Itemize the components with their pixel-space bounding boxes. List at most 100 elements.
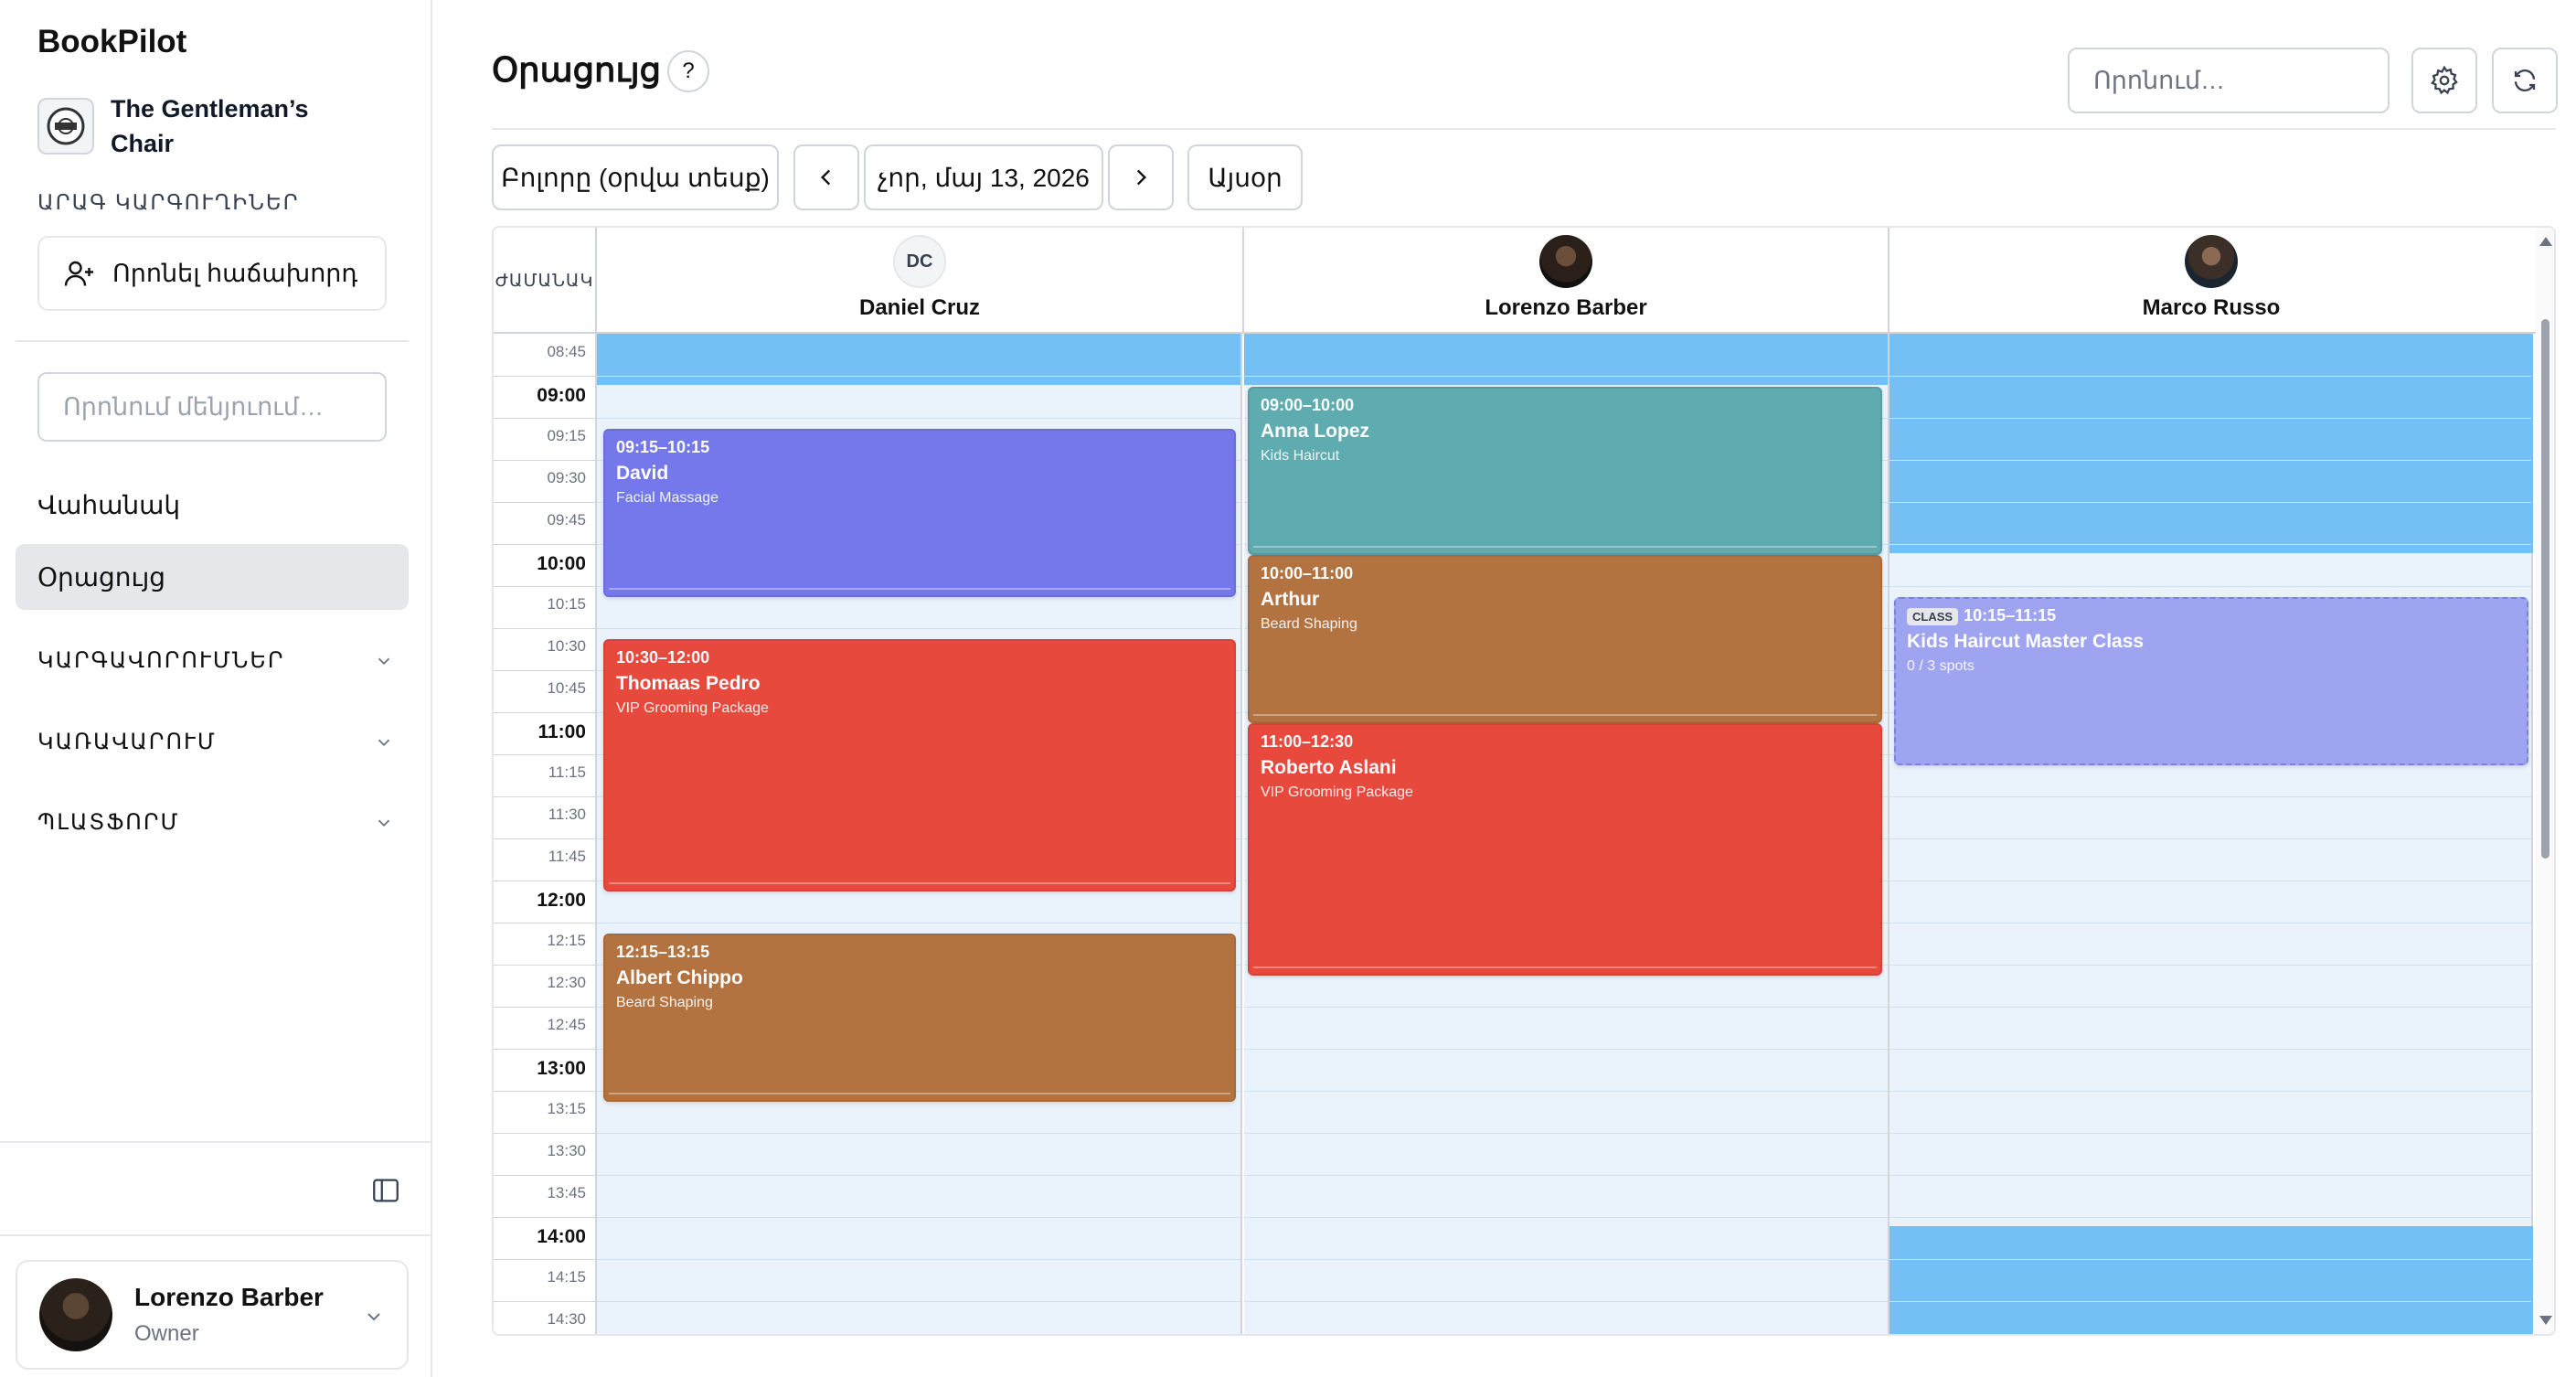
- appointment-service: VIP Grooming Package: [1261, 785, 1413, 800]
- resource-header-daniel-cruz: DC Daniel Cruz: [597, 228, 1242, 334]
- appointment-client: Roberto Aslani: [1261, 757, 1397, 778]
- scroll-up-icon[interactable]: [2539, 237, 2552, 246]
- appointment-card[interactable]: 09:00–10:00 Anna Lopez Kids Haircut: [1248, 387, 1882, 555]
- slot-gridline: [1244, 1301, 1888, 1302]
- refresh-button[interactable]: [2492, 48, 2558, 113]
- time-gridline: [494, 712, 597, 713]
- appointment-card[interactable]: 12:15–13:15 Albert Chippo Beard Shaping: [603, 934, 1236, 1102]
- user-role: Owner: [134, 1321, 199, 1346]
- avatar: DC: [893, 235, 946, 288]
- time-gridline: [494, 460, 597, 461]
- prev-day-button[interactable]: [793, 144, 859, 210]
- time-gridline: [494, 965, 597, 966]
- business-switcher[interactable]: The Gentleman’s Chair: [37, 91, 348, 161]
- slot-gridline: [1244, 1259, 1888, 1260]
- search-input[interactable]: Որոնում…: [2068, 48, 2390, 113]
- time-label: 13:45: [547, 1184, 586, 1201]
- slot-gridline: [1889, 376, 2531, 377]
- menu-search-input[interactable]: Որոնում մենյուում…: [37, 372, 387, 442]
- nav-group-settings-label: ԿԱՐԳԱՎՈՐՈՒՄՆԵՐ: [37, 648, 285, 673]
- appointment-service: Facial Massage: [616, 490, 719, 506]
- user-menu[interactable]: Lorenzo Barber Owner: [16, 1260, 409, 1370]
- slot-gridline: [597, 1217, 1240, 1218]
- time-label: 12:30: [547, 974, 586, 991]
- appointment-card[interactable]: 10:30–12:00 Thomaas Pedro VIP Grooming P…: [603, 639, 1236, 891]
- time-gridline: [494, 418, 597, 419]
- appointment-card[interactable]: 10:00–11:00 Arthur Beard Shaping: [1248, 555, 1882, 723]
- divider: [0, 1141, 432, 1143]
- nav-group-platform[interactable]: ՊԼԱՏՖՈՐՄ: [37, 809, 394, 836]
- time-gridline: [494, 1049, 597, 1050]
- nav-group-settings[interactable]: ԿԱՐԳԱՎՈՐՈՒՄՆԵՐ: [37, 647, 394, 674]
- slot-gridline: [597, 376, 1240, 377]
- resource-column-marco-russo[interactable]: [1889, 334, 2533, 1334]
- time-label: 11:15: [548, 763, 586, 781]
- nav-group-management[interactable]: ԿԱՌԱՎԱՐՈՒՄ: [37, 729, 394, 755]
- today-button[interactable]: Այսօր: [1187, 144, 1303, 210]
- slot-gridline: [1889, 1175, 2531, 1176]
- resource-name: Daniel Cruz: [858, 295, 981, 320]
- time-gridline: [494, 796, 597, 797]
- appointment-time: 10:15–11:15: [1964, 606, 2057, 624]
- appointment-client: Arthur: [1261, 589, 1320, 610]
- time-label: 14:00: [537, 1226, 586, 1247]
- nav-calendar[interactable]: Օրացույց: [16, 544, 409, 610]
- slot-gridline: [1889, 1217, 2531, 1218]
- slot-gridline: [597, 1301, 1240, 1302]
- sidebar-collapse-button[interactable]: [370, 1175, 401, 1211]
- main-content: Օրացույց ? Որոնում… Բոլորը (օրվա տեսք) չ…: [492, 0, 2576, 1377]
- slot-gridline: [597, 628, 1240, 629]
- time-gridline: [494, 754, 597, 755]
- help-button[interactable]: ?: [667, 50, 709, 92]
- chevron-down-icon: [378, 819, 390, 827]
- brand-logo-text[interactable]: BookPilot: [37, 24, 186, 60]
- user-plus-icon: [64, 261, 93, 286]
- slot-gridline: [597, 1259, 1240, 1260]
- time-label: 09:15: [547, 427, 586, 444]
- resize-handle[interactable]: [1253, 546, 1877, 548]
- resize-handle[interactable]: [609, 588, 1230, 590]
- appointment-client: David: [616, 463, 669, 484]
- resource-name: Lorenzo Barber: [1485, 295, 1647, 320]
- resize-handle[interactable]: [609, 1093, 1230, 1094]
- appointment-client: Anna Lopez: [1261, 421, 1369, 442]
- find-client-button[interactable]: Որոնել հաճախորդ: [37, 236, 387, 311]
- slot-gridline: [1889, 586, 2531, 587]
- time-gridline: [494, 1007, 597, 1008]
- business-name: The Gentleman’s Chair: [111, 95, 309, 157]
- gear-icon: [2431, 65, 2458, 95]
- class-spots: 0 / 3 spots: [1907, 658, 1975, 674]
- appointment-service: Beard Shaping: [616, 995, 713, 1010]
- appointment-time: 12:15–13:15: [616, 943, 710, 961]
- view-selector[interactable]: Բոլորը (օրվա տեսք): [492, 144, 779, 210]
- appointment-time: 11:00–12:30: [1261, 732, 1354, 751]
- page-title: Օրացույց: [492, 51, 662, 89]
- resize-handle[interactable]: [1253, 966, 1877, 968]
- time-label: 09:00: [537, 385, 586, 406]
- slot-gridline: [1244, 1175, 1888, 1176]
- appointment-time: 09:00–10:00: [1261, 396, 1355, 414]
- nav-group-management-label: ԿԱՌԱՎԱՐՈՒՄ: [37, 730, 217, 754]
- scrollbar-thumb[interactable]: [2541, 319, 2549, 859]
- date-picker[interactable]: չոր, մայ 13, 2026: [864, 144, 1103, 210]
- appointment-card[interactable]: 11:00–12:30 Roberto Aslani VIP Grooming …: [1248, 723, 1882, 976]
- slot-gridline: [1244, 1007, 1888, 1008]
- class-card[interactable]: CLASS 10:15–11:15 Kids Haircut Master Cla…: [1894, 597, 2528, 765]
- slot-gridline: [1889, 1259, 2531, 1260]
- resize-handle[interactable]: [609, 882, 1230, 884]
- time-gridline: [494, 502, 597, 503]
- time-gridline: [494, 1091, 597, 1092]
- time-label: 13:15: [547, 1100, 586, 1117]
- slot-gridline: [1889, 1049, 2531, 1050]
- nav-dashboard[interactable]: Վահանակ: [16, 472, 409, 538]
- settings-button[interactable]: [2411, 48, 2477, 113]
- scrollbar[interactable]: [2536, 228, 2554, 1334]
- resize-handle[interactable]: [1253, 714, 1877, 716]
- appointment-client: Albert Chippo: [616, 967, 743, 988]
- slot-gridline: [1889, 796, 2531, 797]
- time-label: 12:45: [547, 1016, 586, 1033]
- appointment-card[interactable]: 09:15–10:15 David Facial Massage: [603, 429, 1236, 597]
- time-label: 12:00: [537, 890, 586, 911]
- scroll-down-icon[interactable]: [2539, 1316, 2552, 1325]
- next-day-button[interactable]: [1108, 144, 1174, 210]
